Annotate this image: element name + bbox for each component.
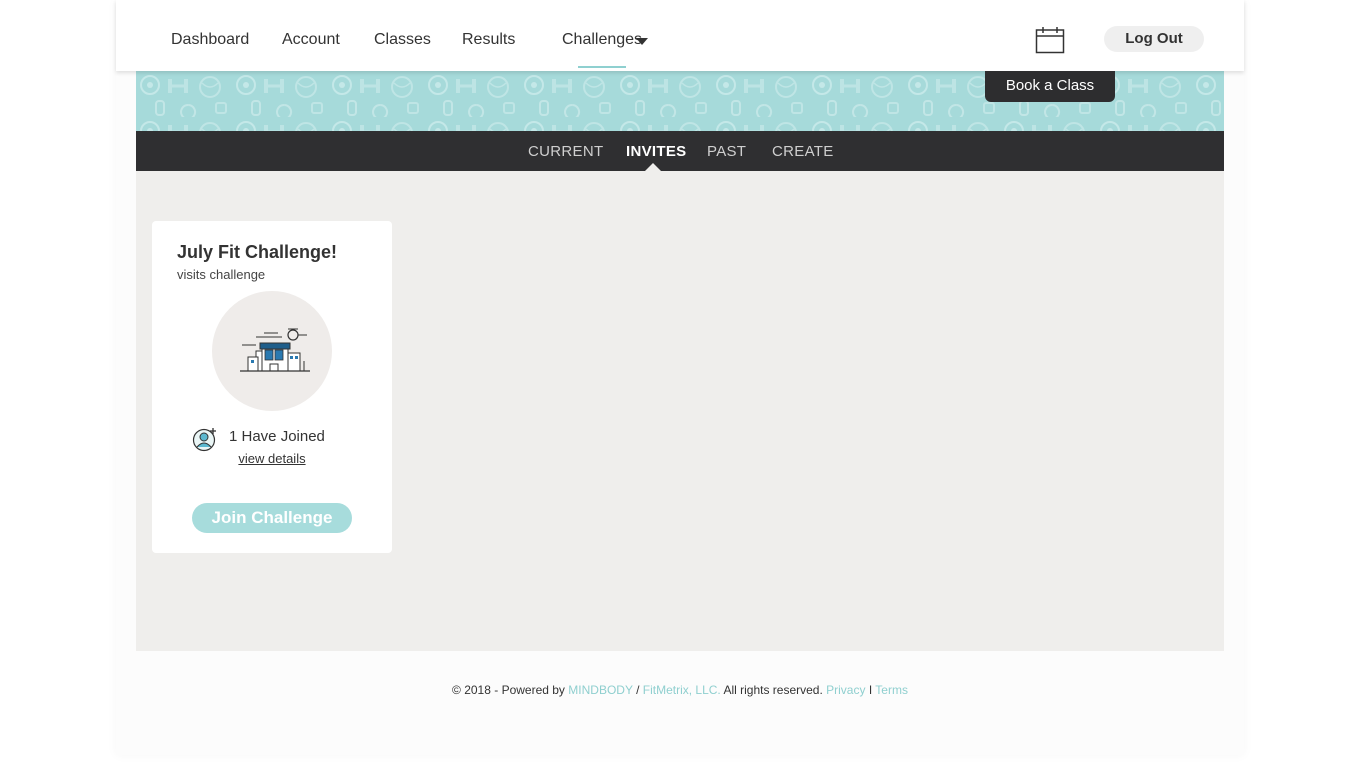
logout-button[interactable]: Log Out — [1104, 26, 1204, 52]
tab-create[interactable]: CREATE — [772, 143, 834, 160]
footer: © 2018 - Powered by MINDBODY / FitMetrix… — [136, 683, 1224, 697]
nav-dashboard[interactable]: Dashboard — [171, 31, 249, 49]
calendar-icon[interactable] — [1035, 26, 1065, 54]
terms-link[interactable]: Terms — [875, 683, 908, 697]
footer-slash: / — [632, 683, 643, 697]
challenge-title: July Fit Challenge! — [177, 242, 338, 262]
book-a-class-button[interactable]: Book a Class — [985, 71, 1115, 102]
add-user-icon — [192, 428, 216, 452]
view-details-link[interactable]: view details — [152, 451, 392, 466]
challenge-subtitle: visits challenge — [177, 267, 266, 282]
tab-invites[interactable]: INVITES — [626, 143, 686, 160]
footer-rights: All rights reserved. — [720, 683, 827, 697]
tab-current[interactable]: CURRENT — [528, 143, 603, 160]
nav-results[interactable]: Results — [462, 31, 515, 49]
tab-past[interactable]: PAST — [707, 143, 746, 160]
footer-separator: I — [865, 683, 876, 697]
footer-copyright: © 2018 - Powered by — [452, 683, 569, 697]
gym-building-icon — [240, 328, 310, 372]
nav-challenges[interactable]: Challenges — [562, 31, 642, 68]
nav-classes[interactable]: Classes — [374, 31, 431, 49]
join-challenge-button[interactable]: Join Challenge — [192, 503, 352, 533]
challenge-image — [212, 291, 332, 411]
top-navigation: Dashboard Account Classes Results Challe… — [116, 0, 1244, 71]
privacy-link[interactable]: Privacy — [826, 683, 865, 697]
joined-count: 1 Have Joined — [229, 428, 325, 445]
challenge-tabs: CURRENT INVITES PAST CREATE — [136, 131, 1224, 171]
nav-account[interactable]: Account — [282, 31, 340, 49]
active-tab-pointer — [645, 163, 661, 171]
challenge-card: July Fit Challenge! visits challenge 1 H… — [152, 221, 392, 553]
fitmetrix-link[interactable]: FitMetrix, LLC. — [643, 683, 721, 697]
mindbody-link[interactable]: MINDBODY — [568, 683, 632, 697]
